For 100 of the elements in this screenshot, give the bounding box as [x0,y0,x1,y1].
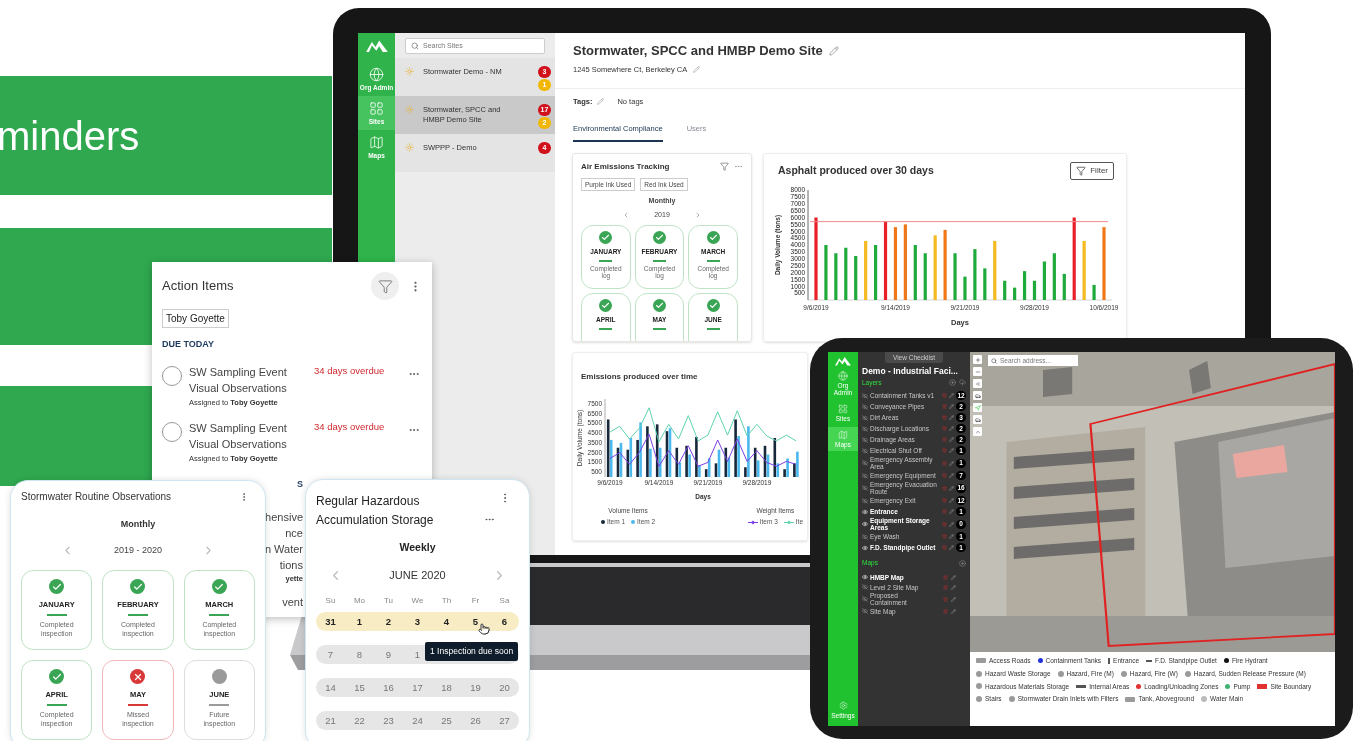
pencil-icon[interactable] [949,437,954,443]
bar [1022,270,1027,300]
check-icon [706,299,720,313]
eye-off-icon[interactable] [862,596,868,602]
map-control[interactable] [973,355,982,364]
pencil-icon[interactable] [949,404,954,410]
filter-chip[interactable]: Toby Goyette [162,309,229,328]
map-control[interactable] [973,391,982,400]
add-icon[interactable] [949,378,956,386]
week-row[interactable]: 7 8 9 1 1 Inspection due soon [316,645,519,665]
weekday-label: We [410,595,425,608]
eye-off-icon[interactable] [862,425,868,432]
day-number: 24 [411,713,424,728]
pencil-icon[interactable] [951,574,956,580]
day-number: 3 [413,614,422,629]
pencil-icon[interactable] [949,473,954,479]
trash-icon[interactable] [942,498,947,504]
bar [1062,273,1066,300]
pencil-icon[interactable] [597,98,605,106]
pencil-icon[interactable] [949,485,954,491]
eye-icon[interactable] [862,574,868,580]
week-row[interactable]: 21 22 23 24 25 26 27 [316,711,519,731]
pencil-icon[interactable] [949,426,954,432]
trash-icon[interactable] [942,534,947,540]
pencil-icon[interactable] [949,460,954,466]
trash-icon[interactable] [942,485,947,491]
map-control[interactable] [973,415,982,424]
filter-button[interactable]: Filter [1070,161,1114,180]
trash-icon[interactable] [943,584,948,590]
day-number: 5 [471,614,480,629]
trash-icon[interactable] [942,473,947,479]
eye-icon[interactable] [862,544,868,551]
eye-off-icon[interactable] [862,485,868,492]
week-row[interactable]: 31 1 2 3 4 5 6 [316,612,519,632]
trash-icon[interactable] [942,509,947,515]
pencil-icon[interactable] [949,509,954,515]
eye-off-icon[interactable] [862,436,868,443]
pencil-icon[interactable] [949,393,954,399]
pencil-icon[interactable] [949,521,954,527]
eye-icon[interactable] [862,508,868,515]
trash-icon[interactable] [942,448,947,454]
filter-icon[interactable] [720,162,729,171]
pencil-icon[interactable] [949,534,954,540]
eye-icon[interactable] [862,521,868,528]
filter-icon [1076,165,1087,176]
trash-icon[interactable] [943,608,948,614]
pencil-icon[interactable] [693,65,701,73]
trash-icon[interactable] [942,437,947,443]
pencil-icon[interactable] [828,45,839,56]
trash-icon[interactable] [942,426,947,432]
trash-icon[interactable] [942,545,947,551]
eye-off-icon[interactable] [862,392,868,399]
bar [933,234,937,300]
pencil-icon[interactable] [949,545,954,551]
task-title: tions [279,557,303,573]
filter-button[interactable] [371,272,399,300]
cross-icon [130,669,146,684]
eye-off-icon[interactable] [862,447,868,454]
trash-icon[interactable] [942,404,947,410]
globe-icon [369,67,384,83]
eye-off-icon[interactable] [862,497,868,504]
check-icon [706,231,720,245]
day-number: 21 [324,713,337,728]
eye-off-icon[interactable] [862,460,868,467]
section-heading: DUE TODAY [162,338,215,351]
week-row[interactable]: 14 15 16 17 18 19 20 [316,678,519,698]
day-number: 14 [324,680,337,695]
trash-icon[interactable] [942,393,947,399]
upload-icon[interactable] [959,378,966,386]
trash-icon[interactable] [943,574,948,580]
pencil-icon[interactable] [949,448,954,454]
eye-off-icon[interactable] [862,414,868,421]
filter-icon [377,278,393,294]
day-number: 22 [353,713,366,728]
bar [844,247,848,300]
trash-icon[interactable] [942,460,947,466]
pencil-icon[interactable] [951,596,956,602]
add-icon[interactable] [959,559,966,567]
pencil-icon[interactable] [951,584,956,590]
chevron-up-icon [974,428,981,435]
day-number: 15 [353,680,366,695]
trash-icon[interactable] [942,415,947,421]
eye-off-icon[interactable] [862,403,868,410]
grid-icon [369,101,384,117]
bar [1013,287,1017,300]
check-icon [599,299,613,313]
eye-off-icon[interactable] [862,608,868,614]
year-label: 2019 - 2020 [113,543,162,557]
eye-off-icon[interactable] [862,584,868,590]
check-icon [653,299,666,313]
card-title: Regular Hazardous Accumulation Storage [316,493,435,529]
eye-off-icon[interactable] [862,533,868,540]
more-icon[interactable] [734,162,743,171]
trash-icon[interactable] [943,596,948,602]
eye-off-icon[interactable] [862,472,868,479]
pencil-icon[interactable] [949,415,954,421]
pencil-icon[interactable] [949,498,954,504]
trash-icon[interactable] [942,521,947,527]
pencil-icon[interactable] [951,608,956,614]
task-title: hensive [265,509,303,525]
